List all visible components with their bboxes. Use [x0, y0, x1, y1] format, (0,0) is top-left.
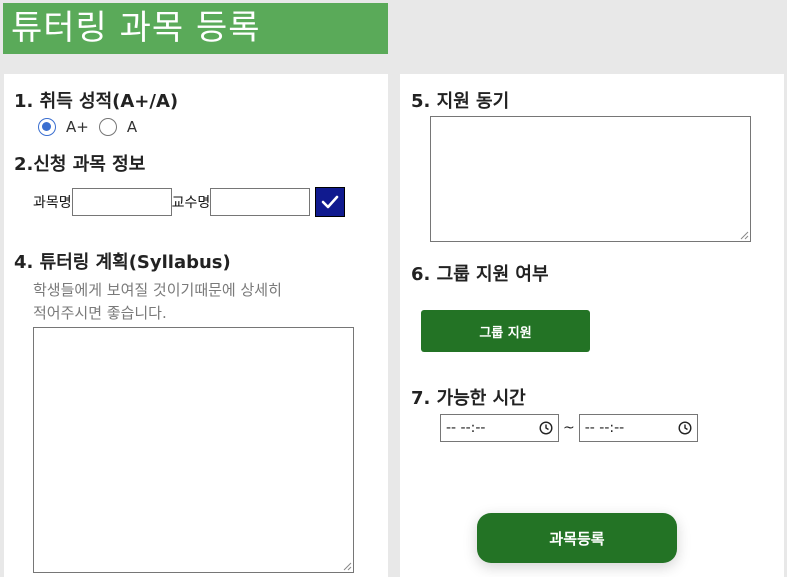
submit-course-button[interactable]: 과목등록 [477, 513, 677, 563]
end-time-input[interactable]: -- --:-- [578, 414, 698, 442]
section-motivation-title: 5. 지원 동기 [411, 91, 510, 112]
grade-radio-group: A+ A [38, 118, 147, 136]
clock-icon[interactable] [539, 421, 553, 435]
section-group-title: 6. 그룹 지원 여부 [411, 264, 549, 285]
left-panel: 1. 취득 성적(A+/A) A+ A 2.신청 과목 정보 과목명 교수명 4… [4, 74, 388, 577]
syllabus-textarea[interactable] [33, 327, 354, 573]
course-name-label: 과목명 [33, 195, 72, 211]
grade-radio-a[interactable] [98, 118, 117, 136]
course-info-row: 과목명 교수명 [33, 187, 346, 217]
time-separator: ~ [563, 420, 575, 436]
grade-radio-a-plus[interactable] [38, 118, 56, 136]
syllabus-hint: 학생들에게 보여질 것이기때문에 상세히 적어주시면 좋습니다. [33, 279, 333, 325]
grade-radio-a-label: A [126, 118, 138, 136]
section-grade-title: 1. 취득 성적(A+/A) [14, 91, 179, 112]
motivation-textarea[interactable] [430, 116, 751, 242]
syllabus-hint-line1: 학생들에게 보여질 것이기때문에 상세히 [33, 281, 282, 299]
right-panel: 5. 지원 동기 6. 그룹 지원 여부 그룹 지원 7. 가능한 시간 -- … [400, 74, 784, 577]
syllabus-hint-line2: 적어주시면 좋습니다. [33, 304, 167, 322]
start-time-value: -- --:-- [446, 420, 486, 436]
section-course-info-title: 2.신청 과목 정보 [14, 154, 146, 175]
clock-icon[interactable] [678, 421, 692, 435]
end-time-value: -- --:-- [584, 420, 625, 436]
section-time-title: 7. 가능한 시간 [411, 388, 526, 409]
group-apply-button[interactable]: 그룹 지원 [421, 310, 590, 352]
resize-grip-icon[interactable] [740, 231, 749, 240]
professor-name-label: 교수명 [171, 195, 211, 211]
resize-grip-icon[interactable] [343, 562, 352, 571]
page-title: 튜터링 과목 등록 [3, 3, 388, 54]
confirm-course-button[interactable] [315, 187, 346, 217]
time-range-row: -- --:-- ~ -- --:-- [440, 414, 698, 442]
professor-name-input[interactable] [210, 188, 311, 216]
section-syllabus-title: 4. 튜터링 계획(Syllabus) [14, 252, 231, 273]
check-icon [321, 195, 339, 209]
grade-radio-a-plus-label: A+ [66, 118, 89, 136]
course-name-input[interactable] [71, 188, 172, 216]
start-time-input[interactable]: -- --:-- [440, 414, 559, 442]
